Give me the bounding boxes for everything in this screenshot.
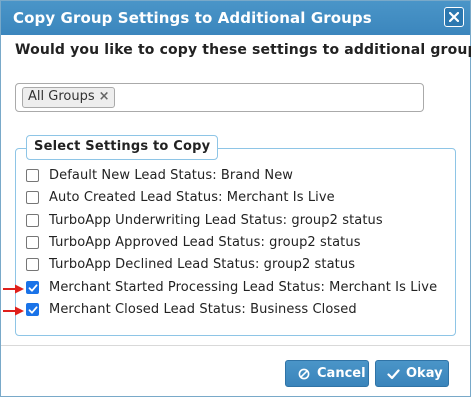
footer-divider [1, 345, 470, 346]
copy-group-settings-dialog: Copy Group Settings to Additional Groups… [0, 0, 471, 397]
check-icon [387, 369, 400, 380]
setting-checkbox[interactable] [26, 303, 39, 316]
setting-label: Auto Created Lead Status: Merchant Is Li… [49, 190, 335, 205]
selected-group-tag-label: All Groups [28, 89, 95, 104]
setting-checkbox[interactable] [26, 169, 39, 182]
setting-label: TurboApp Underwriting Lead Status: group… [49, 213, 383, 228]
copy-question: Would you like to copy these settings to… [15, 42, 471, 58]
tag-remove-icon[interactable]: × [99, 89, 110, 104]
okay-button-label: Okay [406, 366, 443, 381]
setting-label: Merchant Started Processing Lead Status:… [49, 280, 438, 295]
checkmark-icon [28, 284, 38, 292]
setting-checkbox[interactable] [26, 281, 39, 294]
setting-checkbox[interactable] [26, 214, 39, 227]
setting-label: TurboApp Declined Lead Status: group2 st… [49, 257, 356, 272]
setting-checkbox[interactable] [26, 191, 39, 204]
setting-checkbox[interactable] [26, 258, 39, 271]
setting-label: Merchant Closed Lead Status: Business Cl… [49, 302, 357, 317]
setting-checkbox[interactable] [26, 236, 39, 249]
settings-legend: Select Settings to Copy [26, 135, 219, 160]
okay-button[interactable]: Okay [375, 360, 449, 387]
setting-label: Default New Lead Status: Brand New [49, 168, 294, 183]
groups-multiselect-input[interactable]: All Groups × [15, 83, 424, 112]
ban-icon [298, 368, 310, 380]
selected-group-tag: All Groups × [22, 87, 115, 108]
red-arrow-icon [3, 284, 24, 294]
dialog-titlebar[interactable]: Copy Group Settings to Additional Groups [1, 1, 470, 35]
close-icon [449, 12, 459, 22]
dialog-title: Copy Group Settings to Additional Groups [13, 9, 372, 27]
setting-label: TurboApp Approved Lead Status: group2 st… [49, 235, 361, 250]
close-button[interactable] [444, 7, 464, 27]
cancel-button[interactable]: Cancel [285, 360, 369, 387]
checkmark-icon [28, 306, 38, 314]
red-arrow-icon [3, 306, 24, 316]
cancel-button-label: Cancel [317, 366, 366, 381]
